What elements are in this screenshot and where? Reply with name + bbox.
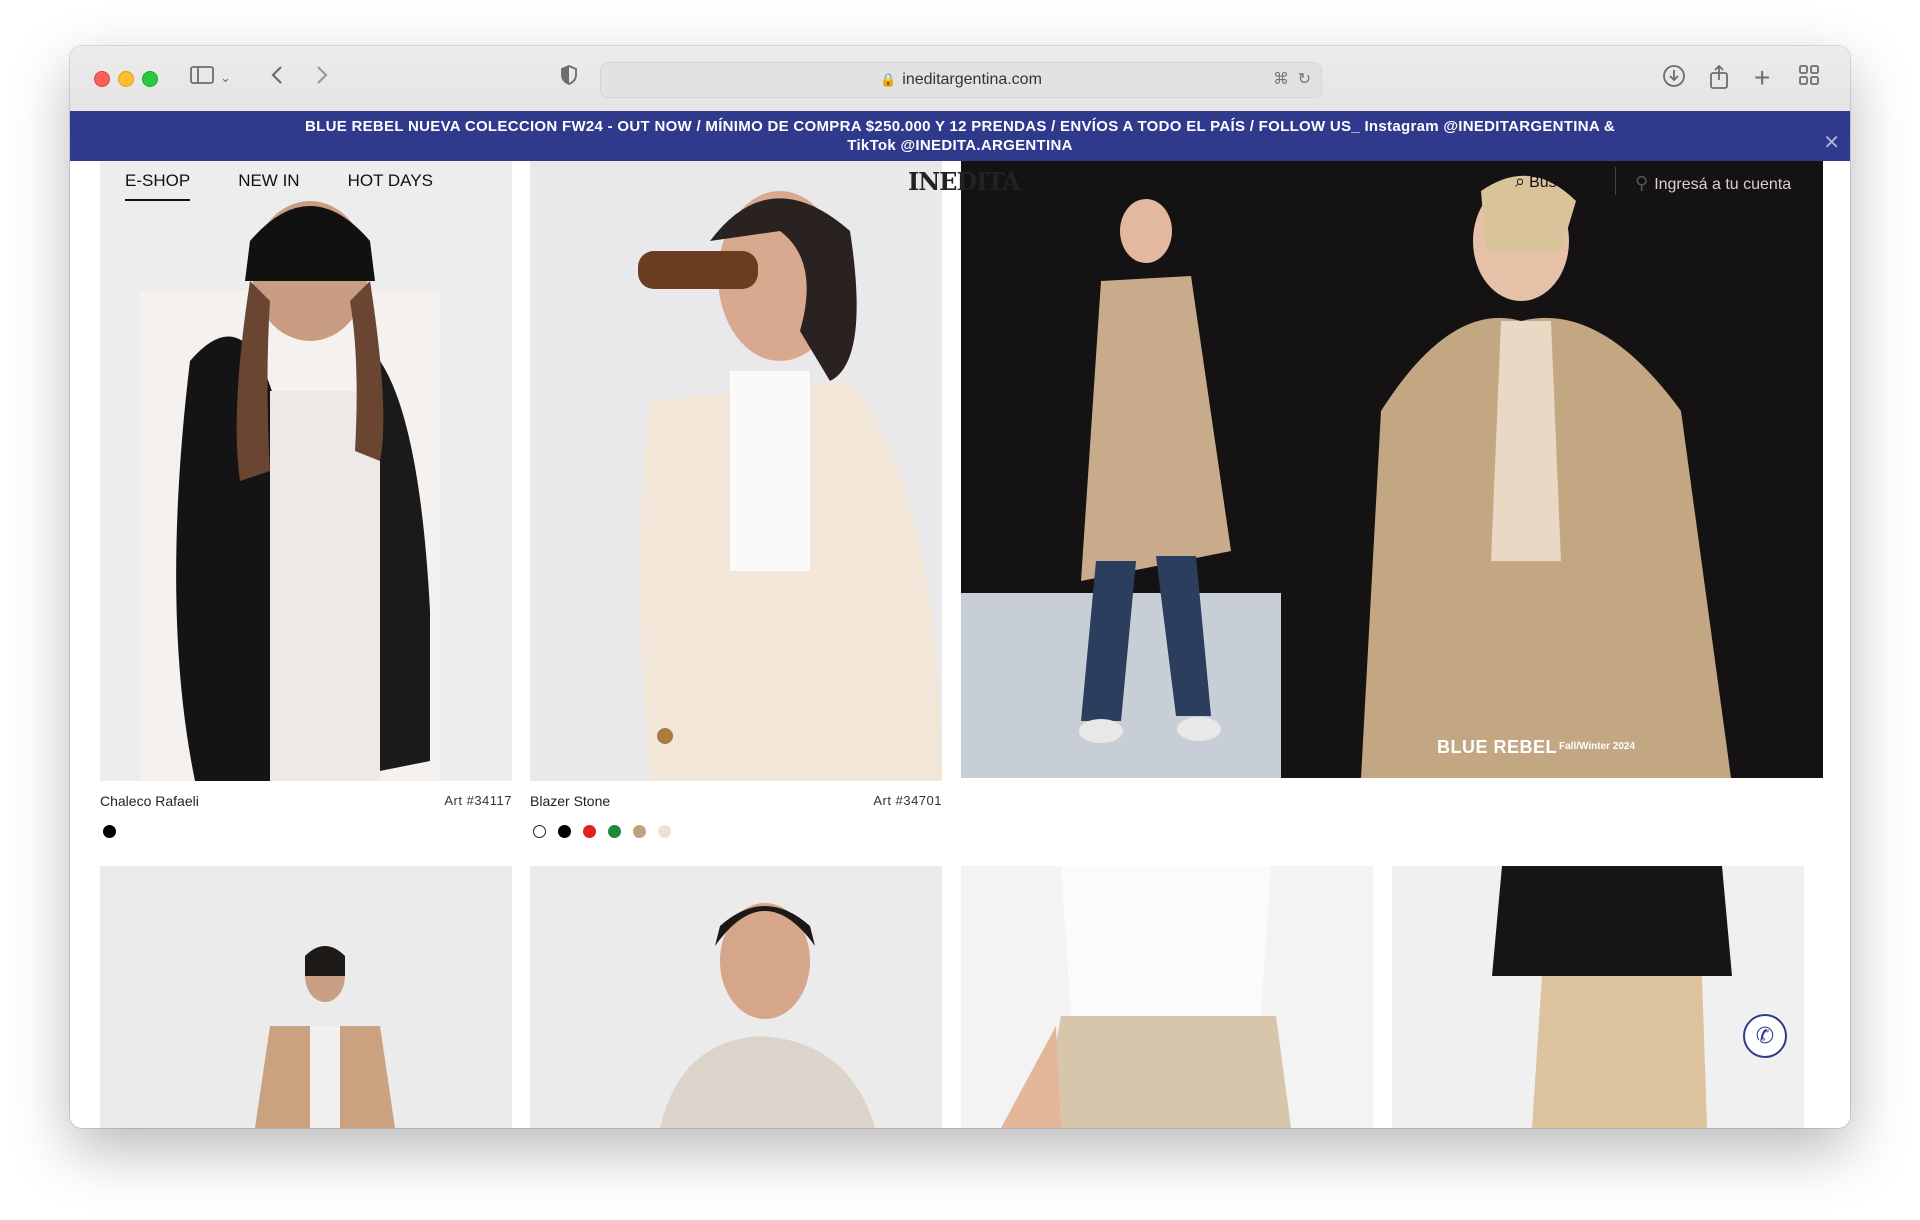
tab-overview-icon[interactable] xyxy=(1798,64,1820,92)
product-card[interactable] xyxy=(961,866,1373,1128)
page-content: E-SHOP NEW IN HOT DAYS INEDITA ⌕ Buscar ⚲… xyxy=(70,161,1850,1128)
announcement-line-1: BLUE REBEL NUEVA COLECCION FW24 - OUT NO… xyxy=(304,118,1616,135)
product-image[interactable] xyxy=(1392,866,1804,1128)
product-image[interactable] xyxy=(100,866,512,1128)
chevron-down-icon[interactable]: ⌄ xyxy=(220,64,231,92)
close-window-button[interactable] xyxy=(94,71,110,87)
announcement-text: BLUE REBEL NUEVA COLECCION FW24 - OUT NO… xyxy=(220,117,1700,155)
header-divider xyxy=(1615,167,1616,195)
share-icon[interactable] xyxy=(1708,64,1730,92)
announcement-line-2: TikTok @INEDITA.ARGENTINA xyxy=(847,137,1073,154)
browser-toolbar: ⌄ 🔒 ineditargentina.com ⌘ ↻ + xyxy=(70,46,1850,112)
product-name[interactable]: Chaleco Rafaeli xyxy=(100,793,199,809)
hero-brand-title: BLUE REBEL xyxy=(1437,737,1558,757)
lock-icon: 🔒 xyxy=(880,72,897,87)
close-icon[interactable]: ✕ xyxy=(1823,133,1840,153)
nav-item-eshop[interactable]: E-SHOP xyxy=(125,171,191,201)
main-nav: E-SHOP NEW IN HOT DAYS xyxy=(125,171,433,201)
hero-season-label: Fall/Winter 2024 xyxy=(1559,741,1636,752)
product-name[interactable]: Blazer Stone xyxy=(530,793,610,809)
nav-item-new-in[interactable]: NEW IN xyxy=(238,171,299,201)
phone-icon: ✆ xyxy=(1755,1023,1775,1048)
logo[interactable]: INEDITA xyxy=(908,167,1021,196)
announcement-bar: BLUE REBEL NUEVA COLECCION FW24 - OUT NO… xyxy=(70,111,1850,161)
product-card[interactable] xyxy=(100,866,512,1128)
product-card[interactable] xyxy=(1392,866,1804,1128)
product-image[interactable] xyxy=(100,161,512,781)
product-image[interactable] xyxy=(530,866,942,1128)
product-image[interactable] xyxy=(530,161,942,781)
color-swatch-black[interactable] xyxy=(103,825,116,838)
new-tab-icon[interactable]: + xyxy=(1754,64,1770,92)
back-arrow-icon[interactable] xyxy=(270,64,284,92)
privacy-shield-icon[interactable] xyxy=(560,64,578,92)
color-swatch-red[interactable] xyxy=(583,825,596,838)
address-bar[interactable]: 🔒 ineditargentina.com ⌘ ↻ xyxy=(600,62,1322,98)
product-card[interactable]: Blazer Stone Art #34701 xyxy=(530,161,942,838)
color-swatch-green[interactable] xyxy=(608,825,621,838)
translate-icon[interactable]: ⌘ xyxy=(1273,69,1289,89)
search-icon: ⌕ xyxy=(1515,171,1526,191)
downloads-icon[interactable] xyxy=(1662,64,1686,92)
product-art-number: Art #34117 xyxy=(444,793,512,808)
search-label: Buscar xyxy=(1529,174,1579,191)
color-swatch-white[interactable] xyxy=(533,825,546,838)
nav-item-hot-days[interactable]: HOT DAYS xyxy=(348,171,433,201)
whatsapp-chat-button[interactable]: ✆ xyxy=(1743,1014,1787,1058)
zoom-window-button[interactable] xyxy=(142,71,158,87)
product-art-number: Art #34701 xyxy=(873,793,942,808)
campaign-banner[interactable]: BLUE REBEL Fall/Winter 2024 xyxy=(961,161,1823,778)
account-link[interactable]: ⚲ Ingresá a tu cuenta xyxy=(1635,173,1791,194)
account-label: Ingresá a tu cuenta xyxy=(1654,176,1792,193)
color-swatch-black[interactable] xyxy=(558,825,571,838)
browser-window: ⌄ 🔒 ineditargentina.com ⌘ ↻ + BLUE REBEL … xyxy=(70,46,1850,1128)
product-card[interactable] xyxy=(530,866,942,1128)
color-swatch-cream[interactable] xyxy=(658,825,671,838)
color-swatch-camel[interactable] xyxy=(633,825,646,838)
product-image[interactable] xyxy=(961,866,1373,1128)
url-text: ineditargentina.com xyxy=(902,71,1042,88)
sidebar-toggle-icon[interactable] xyxy=(190,64,214,92)
minimize-window-button[interactable] xyxy=(118,71,134,87)
search-button[interactable]: ⌕ Buscar xyxy=(1515,171,1579,192)
reload-icon[interactable]: ↻ xyxy=(1298,69,1311,89)
forward-arrow-icon[interactable] xyxy=(315,64,329,92)
user-icon: ⚲ xyxy=(1635,173,1649,193)
product-card[interactable]: Chaleco Rafaeli Art #34117 xyxy=(100,161,512,838)
